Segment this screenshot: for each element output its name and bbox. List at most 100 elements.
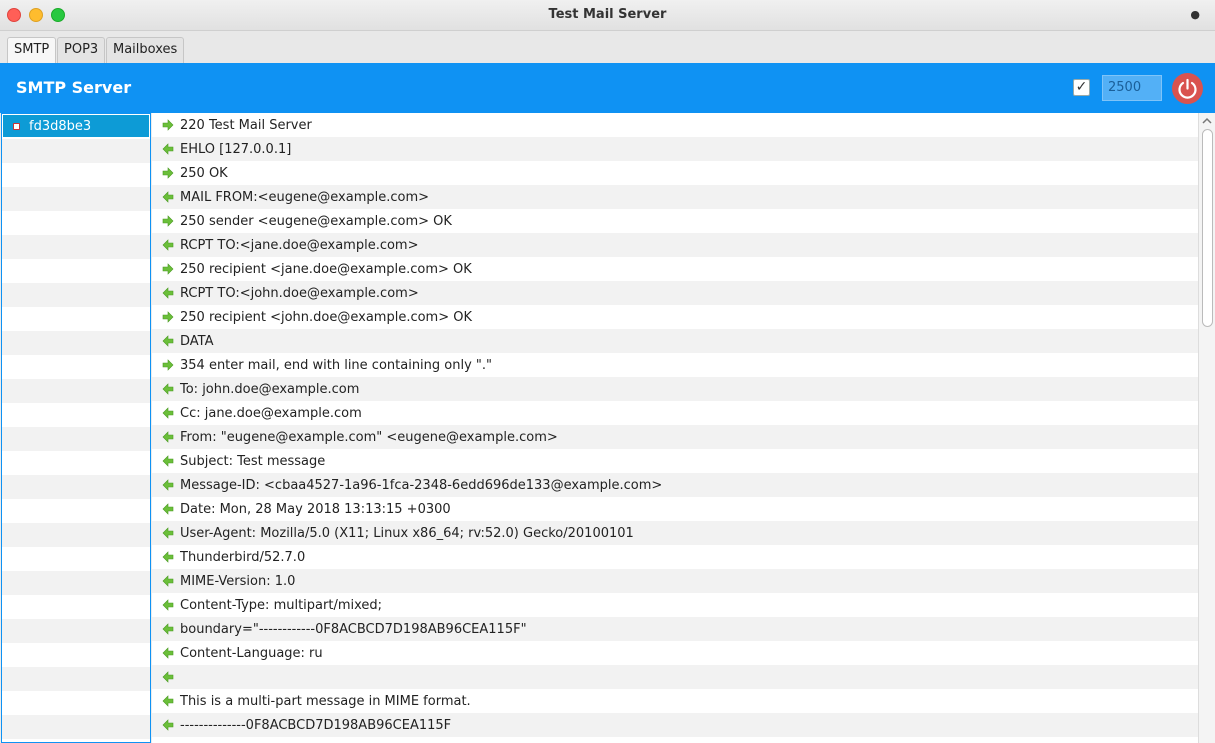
log-row: 354 enter mail, end with line containing… bbox=[152, 353, 1198, 377]
log-row: This is a multi-part message in MIME for… bbox=[152, 689, 1198, 713]
log-text: RCPT TO:<jane.doe@example.com> bbox=[180, 237, 419, 253]
arrow-left-icon bbox=[162, 335, 174, 347]
session-row bbox=[2, 331, 150, 355]
scrollbar-thumb[interactable] bbox=[1202, 129, 1213, 327]
window-menu-dot[interactable]: ● bbox=[1190, 8, 1200, 21]
log-scrollbar[interactable] bbox=[1198, 113, 1215, 743]
log-text: Cc: jane.doe@example.com bbox=[180, 405, 362, 421]
session-row[interactable]: fd3d8be3 bbox=[2, 115, 150, 139]
arrow-left-icon bbox=[162, 191, 174, 203]
smtp-log: 220 Test Mail Server EHLO [127.0.0.1] 250 … bbox=[152, 113, 1198, 743]
arrow-left-icon bbox=[162, 671, 174, 683]
session-row bbox=[2, 475, 150, 499]
session-row bbox=[2, 595, 150, 619]
log-row: MIME-Version: 1.0 bbox=[152, 569, 1198, 593]
log-text: To: john.doe@example.com bbox=[180, 381, 360, 397]
log-row: From: "eugene@example.com" <eugene@examp… bbox=[152, 425, 1198, 449]
log-text: User-Agent: Mozilla/5.0 (X11; Linux x86_… bbox=[180, 525, 634, 541]
arrow-right-icon bbox=[162, 311, 174, 323]
log-row: EHLO [127.0.0.1] bbox=[152, 137, 1198, 161]
server-title: SMTP Server bbox=[16, 78, 132, 97]
enable-server-checkbox[interactable]: ✓ bbox=[1073, 79, 1090, 96]
session-row bbox=[2, 523, 150, 547]
log-row: RCPT TO:<jane.doe@example.com> bbox=[152, 233, 1198, 257]
log-row: Message-ID: <cbaa4527-1a96-1fca-2348-6ed… bbox=[152, 473, 1198, 497]
session-row bbox=[2, 715, 150, 739]
scroll-up-icon[interactable] bbox=[1201, 116, 1213, 126]
log-text: DATA bbox=[180, 333, 214, 349]
port-input[interactable]: 2500 bbox=[1102, 75, 1162, 101]
arrow-right-icon bbox=[162, 359, 174, 371]
session-row bbox=[2, 547, 150, 571]
server-header: SMTP Server ✓ 2500 bbox=[0, 63, 1215, 113]
arrow-left-icon bbox=[162, 599, 174, 611]
log-text: EHLO [127.0.0.1] bbox=[180, 141, 292, 157]
session-row bbox=[2, 427, 150, 451]
power-button[interactable] bbox=[1172, 73, 1203, 104]
session-row bbox=[2, 619, 150, 643]
arrow-left-icon bbox=[162, 479, 174, 491]
log-text: 250 recipient <john.doe@example.com> OK bbox=[180, 309, 472, 325]
session-row bbox=[2, 379, 150, 403]
session-row bbox=[2, 307, 150, 331]
arrow-left-icon bbox=[162, 239, 174, 251]
session-row bbox=[2, 403, 150, 427]
session-row bbox=[2, 139, 150, 163]
log-row: Content-Type: multipart/mixed; bbox=[152, 593, 1198, 617]
session-item[interactable]: fd3d8be3 bbox=[3, 115, 149, 137]
arrow-left-icon bbox=[162, 575, 174, 587]
log-row: 220 Test Mail Server bbox=[152, 113, 1198, 137]
session-status-icon bbox=[13, 122, 20, 130]
log-row: Date: Mon, 28 May 2018 13:13:15 +0300 bbox=[152, 497, 1198, 521]
log-text: Content-Language: ru bbox=[180, 645, 323, 661]
log-text: MAIL FROM:<eugene@example.com> bbox=[180, 189, 430, 205]
arrow-left-icon bbox=[162, 455, 174, 467]
arrow-right-icon bbox=[162, 167, 174, 179]
arrow-left-icon bbox=[162, 287, 174, 299]
arrow-left-icon bbox=[162, 647, 174, 659]
arrow-left-icon bbox=[162, 695, 174, 707]
arrow-right-icon bbox=[162, 119, 174, 131]
log-row: RCPT TO:<john.doe@example.com> bbox=[152, 281, 1198, 305]
tab-bar: SMTP POP3 Mailboxes bbox=[0, 31, 1215, 63]
log-row: 250 OK bbox=[152, 161, 1198, 185]
session-row bbox=[2, 571, 150, 595]
session-row bbox=[2, 451, 150, 475]
log-row: Cc: jane.doe@example.com bbox=[152, 401, 1198, 425]
session-row bbox=[2, 355, 150, 379]
log-row: DATA bbox=[152, 329, 1198, 353]
log-text: From: "eugene@example.com" <eugene@examp… bbox=[180, 429, 558, 445]
log-text: 354 enter mail, end with line containing… bbox=[180, 357, 493, 373]
log-text: 220 Test Mail Server bbox=[180, 117, 312, 133]
log-row: To: john.doe@example.com bbox=[152, 377, 1198, 401]
arrow-left-icon bbox=[162, 407, 174, 419]
window-title: Test Mail Server bbox=[548, 7, 667, 22]
session-id: fd3d8be3 bbox=[29, 118, 92, 134]
log-row: Thunderbird/52.7.0 bbox=[152, 545, 1198, 569]
log-row bbox=[152, 665, 1198, 689]
arrow-right-icon bbox=[162, 215, 174, 227]
session-row bbox=[2, 259, 150, 283]
session-row bbox=[2, 235, 150, 259]
session-row bbox=[2, 163, 150, 187]
log-row: 250 recipient <john.doe@example.com> OK bbox=[152, 305, 1198, 329]
log-text: --------------0F8ACBCD7D198AB96CEA115F bbox=[180, 717, 452, 733]
log-row: boundary="------------0F8ACBCD7D198AB96C… bbox=[152, 617, 1198, 641]
tab-smtp[interactable]: SMTP bbox=[7, 37, 57, 63]
log-row: Content-Language: ru bbox=[152, 641, 1198, 665]
tab-pop3[interactable]: POP3 bbox=[57, 37, 106, 63]
session-list: fd3d8be3 bbox=[1, 113, 151, 743]
arrow-left-icon bbox=[162, 623, 174, 635]
arrow-left-icon bbox=[162, 143, 174, 155]
tab-mailboxes[interactable]: Mailboxes bbox=[106, 37, 185, 63]
arrow-left-icon bbox=[162, 527, 174, 539]
log-row: 250 sender <eugene@example.com> OK bbox=[152, 209, 1198, 233]
arrow-left-icon bbox=[162, 551, 174, 563]
session-row bbox=[2, 499, 150, 523]
log-row: MAIL FROM:<eugene@example.com> bbox=[152, 185, 1198, 209]
log-text: boundary="------------0F8ACBCD7D198AB96C… bbox=[180, 621, 527, 637]
arrow-left-icon bbox=[162, 431, 174, 443]
session-row bbox=[2, 667, 150, 691]
session-row bbox=[2, 187, 150, 211]
log-text: Subject: Test message bbox=[180, 453, 326, 469]
